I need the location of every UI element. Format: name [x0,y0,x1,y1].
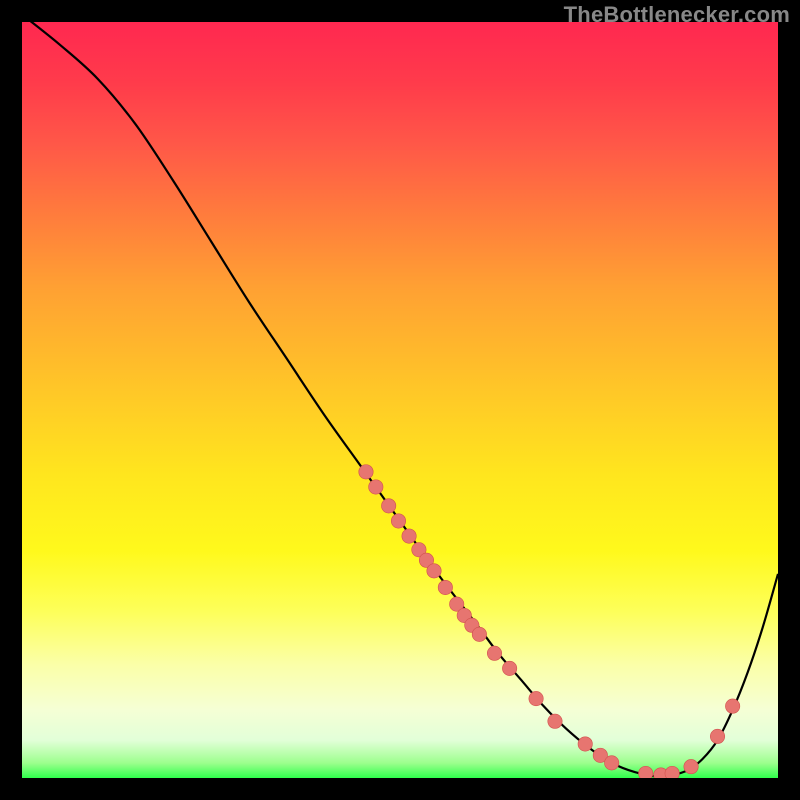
data-point [472,627,486,641]
data-point [391,514,405,528]
data-point [381,499,395,513]
data-point [710,729,724,743]
data-point [604,756,618,770]
data-point [369,480,383,494]
watermark-text: TheBottlenecker.com [564,2,790,28]
data-point [359,465,373,479]
data-point [402,529,416,543]
bottleneck-curve [22,22,778,777]
data-point [487,646,501,660]
data-point [639,766,653,778]
data-points-group [359,465,740,778]
data-point [438,580,452,594]
data-point [529,691,543,705]
data-point [578,737,592,751]
data-point [502,661,516,675]
data-point [427,564,441,578]
data-point [665,766,679,778]
data-point [684,759,698,773]
data-point [725,699,739,713]
chart-svg-overlay [22,22,778,778]
data-point [548,714,562,728]
